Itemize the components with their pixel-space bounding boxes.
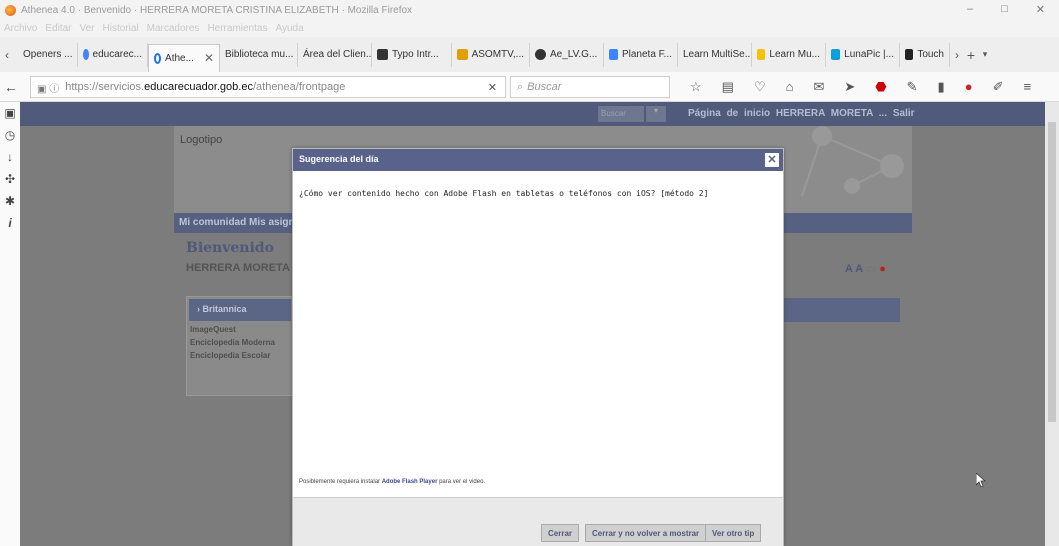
back-icon[interactable]: ← — [0, 79, 22, 95]
dialog-header: Sugerencia del día ✕ — [293, 149, 783, 171]
close-button[interactable]: Cerrar — [541, 524, 580, 542]
sidebar: ▣ ◷ ↓ ✣ ✱ i — [0, 102, 20, 546]
font-size-tools[interactable]: A A ▭ ● — [845, 262, 886, 275]
dialog-close-icon[interactable]: ✕ — [765, 153, 779, 167]
maximize-button[interactable]: □ — [1001, 3, 1008, 16]
menu-bar: Archivo Editar Ver Historial Marcadores … — [0, 20, 1059, 37]
tab-aelvg[interactable]: Ae_LV.G... — [530, 42, 604, 67]
site-search-select[interactable]: ▾ — [646, 106, 666, 122]
tab-area-cliente[interactable]: Área del Clien... — [298, 42, 372, 67]
close-tab-icon[interactable]: ✕ — [204, 51, 214, 65]
tab-favicon — [757, 49, 766, 60]
flash-player-link[interactable]: Adobe Flash Player — [382, 479, 438, 485]
new-tab-icon[interactable]: + — [964, 47, 978, 63]
pinterest-icon[interactable]: ● — [965, 79, 973, 95]
resources-panel: › Britannica ImageQuest Enciclopedia Mod… — [186, 296, 294, 396]
tip-text: ¿Cómo ver contenido hecho con Adobe Flas… — [299, 189, 709, 198]
page-icon[interactable]: ▮ — [938, 79, 945, 95]
tab-list-icon[interactable]: ▾ — [978, 49, 992, 60]
tab-touch[interactable]: Touch — [900, 42, 950, 67]
search-input[interactable]: ⌕ Buscar — [510, 76, 670, 98]
help-icon[interactable]: ● — [879, 263, 886, 275]
close-dont-show-button[interactable]: Cerrar y no volver a mostrar — [585, 524, 707, 542]
welcome-heading: Bienvenido — [186, 240, 274, 256]
tabs-scroll-left-icon[interactable]: ‹ — [0, 48, 14, 62]
tabs-scroll-right-icon[interactable]: › — [950, 48, 964, 62]
resource-link[interactable]: ImageQuest — [187, 323, 293, 336]
extension-icon[interactable]: ✎ — [907, 79, 918, 95]
site-top-strip: Buscar ▾ Página de inicio HERRERA MORETA… — [20, 102, 1045, 126]
site-info-icon[interactable]: ▣ ⓘ — [37, 80, 59, 95]
tab-openers[interactable]: Openers ... — [14, 42, 78, 67]
tab-favicon — [377, 49, 388, 60]
close-window-button[interactable]: ✕ — [1036, 3, 1045, 16]
tab-athenea[interactable]: Athe... ✕ — [148, 43, 220, 72]
menu-editar[interactable]: Editar — [45, 23, 71, 34]
tab-favicon — [457, 49, 468, 60]
mouse-cursor-icon — [976, 473, 986, 487]
menu-herramientas[interactable]: Herramientas — [207, 23, 267, 34]
tab-biblioteca[interactable]: Biblioteca mu... — [220, 42, 298, 67]
page-content: Buscar ▾ Página de inicio HERRERA MORETA… — [20, 102, 1045, 546]
gear-icon[interactable]: ✱ — [0, 190, 20, 212]
chat-icon[interactable]: ✉ — [813, 79, 824, 95]
resource-link[interactable]: Enciclopedia Moderna — [187, 336, 293, 349]
minimize-button[interactable]: – — [967, 3, 973, 16]
download-icon[interactable]: ↓ — [0, 146, 20, 168]
page-scrollbar[interactable] — [1045, 102, 1059, 546]
send-icon[interactable]: ➤ — [844, 79, 855, 95]
flash-note: Posiblemente requiera instalar Adobe Fla… — [299, 479, 486, 485]
search-icon: ⌕ — [517, 80, 524, 93]
home-icon[interactable]: ⌂ — [786, 79, 794, 95]
pocket-icon[interactable]: ♡ — [754, 79, 766, 95]
dialog-title: Sugerencia del día — [299, 154, 379, 164]
color-picker-icon[interactable]: ✐ — [993, 79, 1004, 95]
resource-link[interactable]: Enciclopedia Escolar — [187, 349, 293, 362]
puzzle-icon[interactable]: ✣ — [0, 168, 20, 190]
tab-favicon — [905, 49, 914, 60]
tab-asomtv[interactable]: ASOMTV,... — [452, 42, 530, 67]
menu-icon[interactable]: ≡ — [1023, 79, 1031, 95]
print-icon[interactable]: ▭ — [866, 263, 876, 275]
adblock-icon[interactable]: ⬣ — [875, 79, 886, 95]
firefox-icon — [5, 4, 16, 16]
tab-learn-mu[interactable]: Learn Mu... — [752, 42, 826, 67]
menu-ver[interactable]: Ver — [79, 23, 94, 34]
next-tip-button[interactable]: Ver otro tip — [705, 524, 762, 542]
window-titlebar: Athenea 4.0 · Benvenido · HERRERA MORETA… — [0, 0, 1059, 20]
tab-planeta[interactable]: Planeta F... — [604, 42, 678, 67]
scrollbar-thumb[interactable] — [1048, 122, 1056, 422]
tab-favicon — [831, 49, 841, 60]
window-title: Athenea 4.0 · Benvenido · HERRERA MORETA… — [21, 4, 413, 16]
right-panel-header — [784, 298, 900, 322]
info-icon[interactable]: i — [0, 212, 20, 234]
url-bar[interactable]: ▣ ⓘ https://servicios. educarecuador.gob.… — [30, 76, 506, 98]
loading-icon — [154, 52, 162, 64]
clear-url-icon[interactable]: ✕ — [488, 81, 497, 94]
sidebar-toggle-icon[interactable]: ▣ — [0, 102, 20, 124]
site-search-input[interactable]: Buscar — [598, 106, 644, 122]
clipboard-icon[interactable]: ▤ — [722, 79, 734, 95]
google-icon — [83, 49, 89, 60]
tab-typo[interactable]: Typo Intr... — [372, 42, 452, 67]
menu-ayuda[interactable]: Ayuda — [275, 23, 303, 34]
menu-historial[interactable]: Historial — [103, 23, 139, 34]
user-name: HERRERA MORETA CI — [186, 262, 304, 274]
history-icon[interactable]: ◷ — [0, 124, 20, 146]
tab-lunapic[interactable]: LunaPic |... — [826, 42, 900, 67]
navigation-bar: ← ▣ ⓘ https://servicios. educarecuador.go… — [0, 72, 1059, 102]
tip-of-the-day-dialog: Sugerencia del día ✕ ¿Cómo ver contenido… — [292, 148, 784, 546]
site-logo: Logotipo — [180, 134, 223, 146]
tab-favicon — [609, 49, 618, 60]
menu-archivo[interactable]: Archivo — [4, 23, 37, 34]
resources-heading[interactable]: › Britannica — [189, 299, 291, 321]
site-top-links[interactable]: Página de inicio HERRERA MORETA ... Sali… — [688, 108, 915, 119]
tab-learn-multise[interactable]: Learn MultiSe... — [678, 42, 752, 67]
user-icon — [535, 49, 546, 60]
tab-educarec[interactable]: educarec... — [78, 42, 148, 67]
tab-bar: ‹ Openers ... educarec... Athe... ✕ Bibli… — [0, 37, 1059, 72]
menu-marcadores[interactable]: Marcadores — [147, 23, 200, 34]
dialog-footer: Cerrar Cerrar y no volver a mostrar Ver … — [293, 497, 783, 546]
bookmark-star-icon[interactable]: ☆ — [690, 79, 702, 95]
